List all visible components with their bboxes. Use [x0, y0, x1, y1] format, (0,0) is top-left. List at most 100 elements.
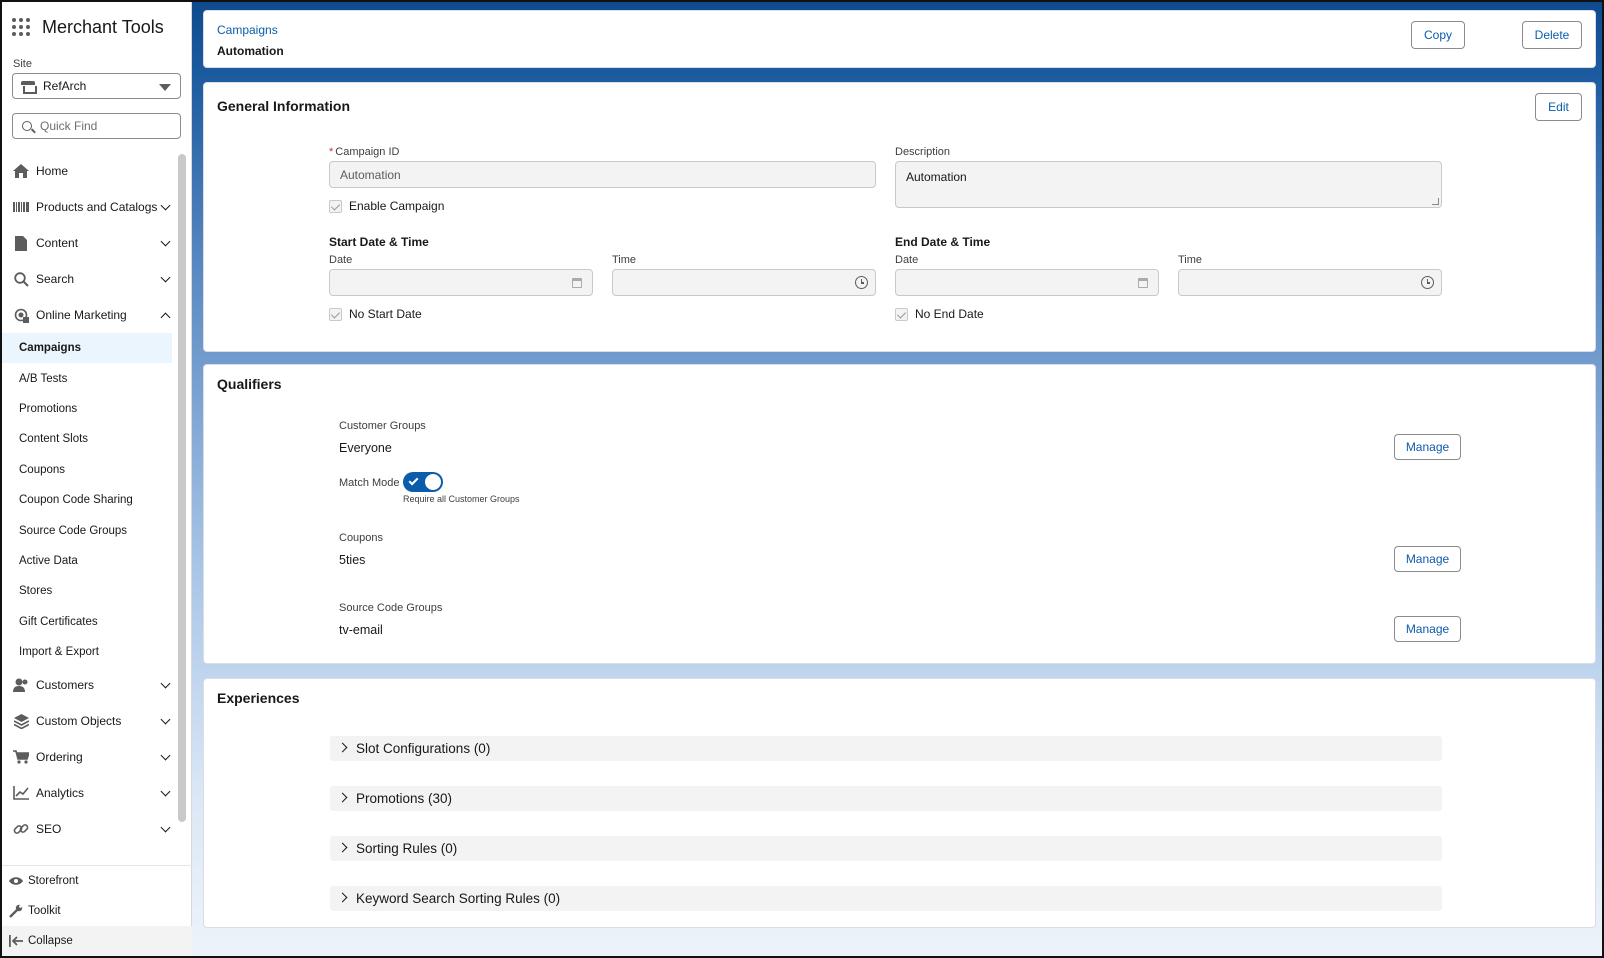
- breadcrumb-campaigns[interactable]: Campaigns: [217, 23, 278, 37]
- end-date-field[interactable]: [895, 269, 1159, 296]
- resize-handle-icon[interactable]: [1432, 198, 1439, 205]
- marketing-icon: [13, 307, 29, 323]
- nav-sub-gift-certificates[interactable]: Gift Certificates: [2, 607, 191, 637]
- app-launcher-icon[interactable]: [12, 18, 30, 36]
- nav-item-seo[interactable]: SEO: [2, 811, 191, 847]
- end-time-label: Time: [1178, 254, 1203, 266]
- delete-button[interactable]: Delete: [1522, 21, 1582, 49]
- nav-item-products[interactable]: Products and Catalogs: [2, 189, 191, 225]
- end-date-label: Date: [895, 254, 919, 266]
- nav-sub-coupon-code-sharing[interactable]: Coupon Code Sharing: [2, 485, 191, 515]
- end-time-field[interactable]: [1178, 269, 1442, 296]
- chevron-down-icon[interactable]: [160, 786, 171, 797]
- nav-sub-import-export[interactable]: Import & Export: [2, 637, 191, 667]
- analytics-icon: [13, 785, 29, 801]
- description-field[interactable]: Automation: [895, 161, 1442, 208]
- nav-sub-campaigns[interactable]: Campaigns: [2, 333, 172, 364]
- sidebar-scrollbar[interactable]: [178, 154, 186, 822]
- clock-icon[interactable]: [855, 276, 868, 289]
- start-time-label: Time: [612, 254, 637, 266]
- chevron-down-icon[interactable]: [160, 750, 171, 761]
- keyword-search-sorting-rules-accordion[interactable]: Keyword Search Sorting Rules (0): [330, 886, 1442, 911]
- promotions-accordion[interactable]: Promotions (30): [330, 786, 1442, 811]
- campaign-id-label: * Campaign ID: [329, 146, 399, 158]
- edit-button[interactable]: Edit: [1535, 93, 1582, 121]
- nav-label-home: Home: [36, 164, 69, 178]
- customer-groups-value: Everyone: [339, 441, 392, 455]
- campaign-id-label-text: Campaign ID: [335, 146, 400, 158]
- nav-item-storefront[interactable]: Storefront: [2, 866, 192, 896]
- copy-button[interactable]: Copy: [1411, 21, 1465, 49]
- enable-campaign-label: Enable Campaign: [349, 199, 445, 213]
- nav-item-ordering[interactable]: Ordering: [2, 739, 191, 775]
- nav-sub-active-data[interactable]: Active Data: [2, 546, 191, 576]
- calendar-icon[interactable]: [572, 278, 582, 288]
- nav-item-search[interactable]: Search: [2, 261, 191, 297]
- app-header: Merchant Tools: [2, 2, 191, 52]
- toggle-knob: [425, 474, 441, 490]
- site-select[interactable]: RefArch: [12, 73, 181, 99]
- chevron-down-icon[interactable]: [160, 272, 171, 283]
- nav-label-analytics: Analytics: [36, 786, 85, 801]
- no-end-date-checkbox[interactable]: No End Date: [895, 307, 984, 321]
- coupons-value: 5ties: [339, 553, 366, 567]
- start-date-field[interactable]: [329, 269, 593, 296]
- start-time-field[interactable]: [612, 269, 876, 296]
- barcode-icon: [13, 199, 29, 215]
- quick-find-input[interactable]: Quick Find: [12, 113, 181, 139]
- chevron-right-icon: [337, 792, 348, 803]
- checkbox-icon: [329, 199, 342, 213]
- app-title: Merchant Tools: [42, 16, 164, 37]
- nav-sub-content-slots[interactable]: Content Slots: [2, 424, 191, 454]
- chevron-down-icon[interactable]: [160, 822, 171, 833]
- eye-icon: [8, 873, 24, 889]
- chevron-down-icon[interactable]: [160, 236, 171, 247]
- nav-sub-coupons[interactable]: Coupons: [2, 455, 191, 485]
- cart-icon: [13, 749, 29, 765]
- manage-customer-groups-button[interactable]: Manage: [1394, 434, 1461, 460]
- chevron-down-icon[interactable]: [160, 200, 171, 211]
- accordion-label: Slot Configurations (0): [356, 741, 491, 756]
- wrench-icon: [8, 903, 24, 919]
- collapse-button[interactable]: Collapse: [2, 926, 192, 956]
- nav-label-storefront: Storefront: [28, 875, 79, 887]
- enable-campaign-checkbox[interactable]: Enable Campaign: [329, 199, 444, 213]
- description-label: Description: [895, 146, 951, 158]
- nav-item-toolkit[interactable]: Toolkit: [2, 896, 192, 926]
- accordion-label: Promotions (30): [356, 791, 453, 806]
- nav-item-online-marketing[interactable]: Online Marketing: [2, 297, 191, 333]
- nav-item-custom-objects[interactable]: Custom Objects: [2, 703, 191, 739]
- nav-sub-stores[interactable]: Stores: [2, 576, 191, 606]
- nav-sub-ab-tests[interactable]: A/B Tests: [2, 363, 191, 393]
- chevron-down-icon[interactable]: [160, 714, 171, 725]
- no-start-date-checkbox[interactable]: No Start Date: [329, 307, 422, 321]
- clock-icon[interactable]: [1421, 276, 1434, 289]
- coupons-label: Coupons: [339, 532, 384, 544]
- calendar-icon[interactable]: [1138, 278, 1148, 288]
- nav-item-customers[interactable]: Customers: [2, 667, 191, 703]
- manage-coupons-button[interactable]: Manage: [1394, 546, 1461, 572]
- collapse-icon: [8, 933, 24, 949]
- campaign-id-field[interactable]: Automation: [329, 161, 876, 188]
- nav-item-analytics[interactable]: Analytics: [2, 775, 191, 811]
- manage-source-code-groups-button[interactable]: Manage: [1394, 616, 1461, 642]
- nav-sub-promotions[interactable]: Promotions: [2, 394, 191, 424]
- sidebar: Merchant Tools Site RefArch Quick Find H…: [2, 2, 192, 956]
- site-label: Site: [13, 58, 32, 70]
- nav-item-home[interactable]: Home: [2, 153, 191, 189]
- nav-item-content[interactable]: Content: [2, 225, 191, 261]
- sidebar-footer: Storefront Toolkit Collapse: [2, 865, 192, 956]
- customer-groups-label: Customer Groups: [339, 420, 426, 432]
- experiences-card: Experiences Slot Configurations (0) Prom…: [203, 678, 1596, 928]
- checkmark-icon: [408, 475, 419, 486]
- experiences-title: Experiences: [217, 690, 300, 706]
- search-icon: [22, 121, 32, 131]
- nav-sub-source-code-groups[interactable]: Source Code Groups: [2, 515, 191, 545]
- store-icon: [21, 80, 37, 94]
- chevron-up-icon[interactable]: [160, 312, 171, 323]
- match-mode-toggle[interactable]: [403, 472, 443, 492]
- chevron-down-icon[interactable]: [160, 678, 171, 689]
- quick-find-placeholder: Quick Find: [40, 119, 98, 133]
- slot-configurations-accordion[interactable]: Slot Configurations (0): [330, 736, 1442, 761]
- sorting-rules-accordion[interactable]: Sorting Rules (0): [330, 836, 1442, 861]
